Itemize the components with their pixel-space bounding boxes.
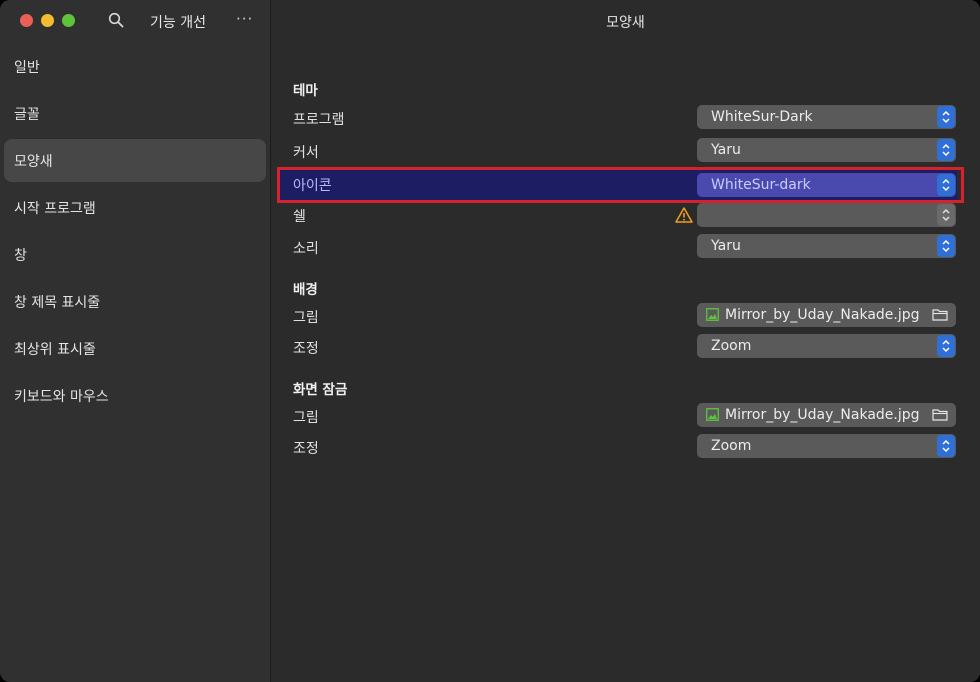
section-heading-theme: 테마 xyxy=(293,83,318,99)
search-icon[interactable] xyxy=(108,12,126,30)
cursor-theme-label: 커서 xyxy=(293,145,319,161)
page-title: 모양새 xyxy=(606,15,645,31)
image-icon xyxy=(706,408,719,425)
more-icon[interactable]: ··· xyxy=(236,10,253,28)
sidebar-nav: 일반 글꼴 모양새 시작 프로그램 창 창 제목 표시줄 최상위 표시줄 키보드… xyxy=(4,45,266,421)
program-theme-label: 프로그램 xyxy=(293,112,345,128)
program-theme-value: WhiteSur-Dark xyxy=(711,109,813,125)
background-adjust-select[interactable]: Zoom xyxy=(697,334,956,358)
cursor-theme-select[interactable]: Yaru xyxy=(697,138,956,162)
highlight-box xyxy=(277,167,964,203)
folder-icon[interactable] xyxy=(932,308,948,325)
close-window-button[interactable] xyxy=(20,14,33,27)
lockscreen-adjust-value: Zoom xyxy=(711,438,752,454)
sidebar-item-startup-apps[interactable]: 시작 프로그램 xyxy=(4,186,266,229)
folder-icon[interactable] xyxy=(932,408,948,425)
updown-chevron-icon xyxy=(937,204,955,226)
warning-icon xyxy=(675,207,693,227)
updown-chevron-icon xyxy=(937,335,955,357)
updown-chevron-icon xyxy=(937,435,955,457)
minimize-window-button[interactable] xyxy=(41,14,54,27)
updown-chevron-icon xyxy=(937,139,955,161)
maximize-window-button[interactable] xyxy=(62,14,75,27)
sidebar-item-window-titlebars[interactable]: 창 제목 표시줄 xyxy=(4,280,266,323)
section-heading-lockscreen: 화면 잠금 xyxy=(293,382,348,398)
background-image-picker[interactable]: Mirror_by_Uday_Nakade.jpg xyxy=(697,303,956,327)
lockscreen-adjust-select[interactable]: Zoom xyxy=(697,434,956,458)
sidebar-title: 기능 개선 xyxy=(150,15,206,31)
background-adjust-label: 조정 xyxy=(293,341,319,357)
lockscreen-image-label: 그림 xyxy=(293,410,319,426)
cursor-theme-value: Yaru xyxy=(711,142,741,158)
lockscreen-image-value: Mirror_by_Uday_Nakade.jpg xyxy=(725,407,920,423)
background-adjust-value: Zoom xyxy=(711,338,752,354)
background-image-label: 그림 xyxy=(293,310,319,326)
sidebar-item-appearance[interactable]: 모양새 xyxy=(4,139,266,182)
shell-theme-label: 쉘 xyxy=(293,209,306,225)
sound-theme-value: Yaru xyxy=(711,238,741,254)
updown-chevron-icon xyxy=(937,106,955,128)
shell-theme-select[interactable] xyxy=(697,203,956,227)
sound-theme-select[interactable]: Yaru xyxy=(697,234,956,258)
lockscreen-adjust-label: 조정 xyxy=(293,441,319,457)
updown-chevron-icon xyxy=(937,235,955,257)
sidebar-item-fonts[interactable]: 글꼴 xyxy=(4,92,266,135)
section-heading-background: 배경 xyxy=(293,282,318,298)
sound-theme-label: 소리 xyxy=(293,241,319,257)
sidebar-item-keyboard-mouse[interactable]: 키보드와 마우스 xyxy=(4,374,266,417)
sidebar-item-general[interactable]: 일반 xyxy=(4,45,266,88)
program-theme-select[interactable]: WhiteSur-Dark xyxy=(697,105,956,129)
sidebar-item-top-bar[interactable]: 최상위 표시줄 xyxy=(4,327,266,370)
main-panel: 모양새 테마 프로그램 WhiteSur-Dark 커서 Yaru 아이콘 Wh… xyxy=(271,0,980,682)
sidebar-item-windows[interactable]: 창 xyxy=(4,233,266,276)
background-image-value: Mirror_by_Uday_Nakade.jpg xyxy=(725,307,920,323)
sidebar: 기능 개선 ··· 일반 글꼴 모양새 시작 프로그램 창 창 제목 표시줄 최… xyxy=(0,0,271,682)
image-icon xyxy=(706,308,719,325)
settings-window: 기능 개선 ··· 일반 글꼴 모양새 시작 프로그램 창 창 제목 표시줄 최… xyxy=(0,0,980,682)
window-controls xyxy=(20,14,75,27)
lockscreen-image-picker[interactable]: Mirror_by_Uday_Nakade.jpg xyxy=(697,403,956,427)
